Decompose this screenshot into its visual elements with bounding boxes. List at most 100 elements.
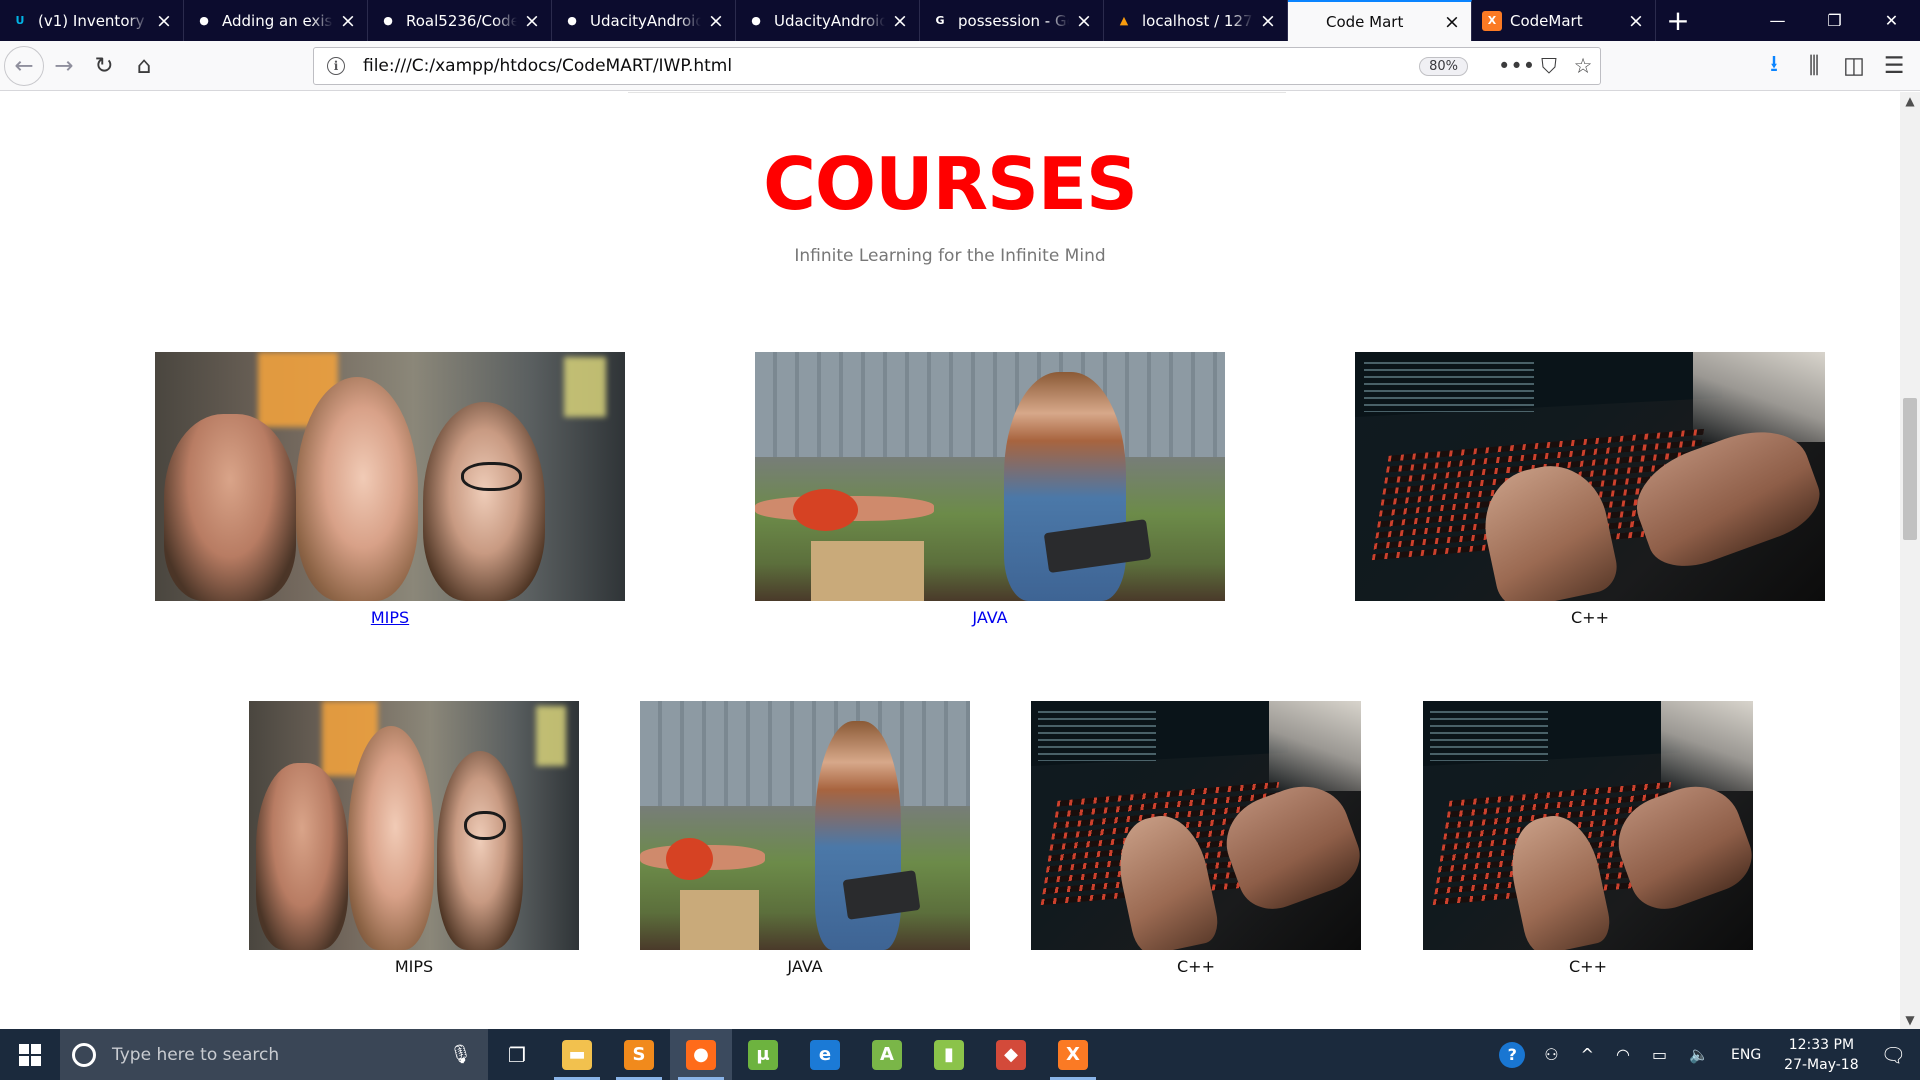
sidebar-icon: ◫: [1843, 53, 1865, 79]
browser-tab[interactable]: Gpossession - Goc ×: [920, 0, 1104, 41]
course-label-cpp: C++: [1571, 608, 1609, 627]
help-icon[interactable]: ?: [1499, 1041, 1526, 1068]
start-button[interactable]: [0, 1029, 60, 1080]
page-title: COURSES: [763, 142, 1138, 226]
close-tab-icon[interactable]: ×: [1627, 11, 1645, 30]
forward-button[interactable]: →: [44, 46, 84, 86]
tab-title: UdacityAndroid/: [590, 11, 701, 30]
android-studio-icon: A: [872, 1039, 902, 1070]
menu-button[interactable]: ☰: [1874, 46, 1914, 86]
browser-tab[interactable]: ● UdacityAndroid/ ×: [552, 0, 736, 41]
page-scrollbar[interactable]: ▲ ▼: [1900, 92, 1920, 1029]
input-language[interactable]: ENG: [1720, 1047, 1772, 1063]
close-tab-icon[interactable]: ×: [1259, 11, 1277, 30]
info-icon[interactable]: i: [327, 57, 345, 75]
taskbar-app-sublime-text[interactable]: S: [608, 1029, 670, 1080]
tab-title: Roal5236/Codel: [406, 11, 517, 30]
restore-icon[interactable]: ❐: [1806, 0, 1863, 41]
course-card-java-2: JAVA: [640, 701, 970, 976]
course-card-cpp-3: C++: [1423, 701, 1753, 976]
close-window-icon[interactable]: ✕: [1863, 0, 1920, 41]
people-icon[interactable]: ⚇: [1533, 1045, 1569, 1064]
github-icon: ●: [383, 14, 393, 27]
home-icon: ⌂: [136, 52, 152, 79]
downloads-button[interactable]: ⭳: [1754, 46, 1794, 86]
pocket-icon[interactable]: ⛉: [1532, 54, 1566, 79]
course-card-cpp-2: C++: [1031, 701, 1361, 976]
course-card-mips-2: MIPS: [249, 701, 579, 976]
scrollbar-thumb[interactable]: [1903, 398, 1917, 540]
tab-title: possession - Goc: [958, 11, 1069, 30]
taskbar-app-notepad-plus-plus[interactable]: ▮: [918, 1029, 980, 1080]
close-tab-icon[interactable]: ×: [155, 11, 173, 30]
browser-tab[interactable]: Code Mart ×: [1288, 0, 1472, 41]
url-bar[interactable]: i file:///C:/xampp/htdocs/CodeMART/IWP.h…: [313, 47, 1601, 85]
browser-tab[interactable]: ● Adding an existi ×: [184, 0, 368, 41]
new-tab-button[interactable]: +: [1656, 0, 1700, 41]
close-tab-icon[interactable]: ×: [1443, 12, 1461, 31]
sidebar-button[interactable]: ◫: [1834, 46, 1874, 86]
taskbar-app-utorrent[interactable]: μ: [732, 1029, 794, 1080]
course-link-java[interactable]: JAVA: [755, 608, 1225, 627]
page-viewport: COURSES Infinite Learning for the Infini…: [0, 92, 1900, 1029]
browser-tab[interactable]: X CodeMart ×: [1472, 0, 1656, 41]
github-icon: ●: [199, 14, 209, 27]
scroll-down-arrow-icon[interactable]: ▼: [1900, 1013, 1920, 1027]
arrow-left-icon: ←: [14, 52, 34, 79]
browser-tab[interactable]: ▲ localhost / 127.0 ×: [1104, 0, 1288, 41]
reload-button[interactable]: ↻: [84, 46, 124, 86]
course-image-java: [755, 352, 1225, 601]
taskbar-app-file-explorer[interactable]: ▬: [546, 1029, 608, 1080]
close-tab-icon[interactable]: ×: [523, 11, 541, 30]
bookmark-star-icon[interactable]: ☆: [1566, 54, 1600, 78]
xampp-icon: X: [1058, 1039, 1088, 1070]
wifi-icon[interactable]: ◠: [1605, 1045, 1641, 1064]
browser-tab[interactable]: ● Roal5236/Codel ×: [368, 0, 552, 41]
clock-time: 12:33 PM: [1788, 1036, 1855, 1053]
battery-icon[interactable]: ▭: [1641, 1045, 1678, 1064]
window-controls: — ❐ ✕: [1749, 0, 1920, 41]
taskbar-search-placeholder[interactable]: Type here to search: [112, 1045, 449, 1065]
taskbar-search-box[interactable]: Type here to search 🎙: [60, 1029, 488, 1080]
clock-date: 27-May-18: [1784, 1056, 1859, 1073]
toolbar-right-group: ⭳ ⫼ ◫ ☰: [1754, 41, 1920, 91]
home-button[interactable]: ⌂: [124, 46, 164, 86]
utorrent-icon: μ: [748, 1039, 778, 1070]
course-image-cpp: [1355, 352, 1825, 601]
taskbar-app-xampp[interactable]: X: [1042, 1029, 1104, 1080]
back-button[interactable]: ←: [4, 45, 44, 86]
browser-tab-strip: U (v1) Inventory Ap × ● Adding an existi × ● Ro…: [0, 0, 1920, 41]
course-image-cpp-3: [1423, 701, 1753, 950]
task-view-button[interactable]: ❐: [488, 1029, 546, 1080]
url-text[interactable]: file:///C:/xampp/htdocs/CodeMART/IWP.htm…: [363, 56, 1419, 76]
tray-overflow-chevron-icon[interactable]: ^: [1570, 1045, 1605, 1064]
page-actions-icon[interactable]: •••: [1498, 54, 1535, 78]
taskbar-app-edge[interactable]: e: [794, 1029, 856, 1080]
taskbar-app-android-studio[interactable]: A: [856, 1029, 918, 1080]
phpmyadmin-icon: ▲: [1119, 14, 1129, 27]
scroll-up-arrow-icon[interactable]: ▲: [1900, 94, 1920, 108]
microphone-icon[interactable]: 🎙: [449, 1044, 472, 1065]
course-link-mips[interactable]: MIPS: [155, 608, 625, 627]
taskbar-clock[interactable]: 12:33 PM 27-May-18: [1772, 1035, 1870, 1075]
taskbar-app-git-gui[interactable]: ◆: [980, 1029, 1042, 1080]
browser-tab[interactable]: ● UdacityAndroid/ ×: [736, 0, 920, 41]
zoom-level-badge[interactable]: 80%: [1419, 56, 1468, 76]
minimize-icon[interactable]: —: [1749, 0, 1806, 41]
page-subtitle: Infinite Learning for the Infinite Mind: [794, 246, 1106, 266]
taskbar-app-firefox[interactable]: ●: [670, 1029, 732, 1080]
action-center-icon[interactable]: 🗨: [1871, 1043, 1920, 1067]
volume-icon[interactable]: 🔈: [1678, 1045, 1720, 1064]
close-tab-icon[interactable]: ×: [339, 11, 357, 30]
notepad-plus-plus-icon: ▮: [934, 1039, 964, 1070]
arrow-right-icon: →: [54, 52, 74, 79]
blank-page-icon: [1298, 12, 1318, 32]
library-button[interactable]: ⫼: [1794, 46, 1834, 86]
course-image-mips: [155, 352, 625, 601]
close-tab-icon[interactable]: ×: [891, 11, 909, 30]
git-gui-icon: ◆: [996, 1039, 1026, 1070]
browser-tab[interactable]: U (v1) Inventory Ap ×: [0, 0, 184, 41]
udacity-icon: U: [15, 14, 25, 27]
close-tab-icon[interactable]: ×: [707, 11, 725, 30]
close-tab-icon[interactable]: ×: [1075, 11, 1093, 30]
